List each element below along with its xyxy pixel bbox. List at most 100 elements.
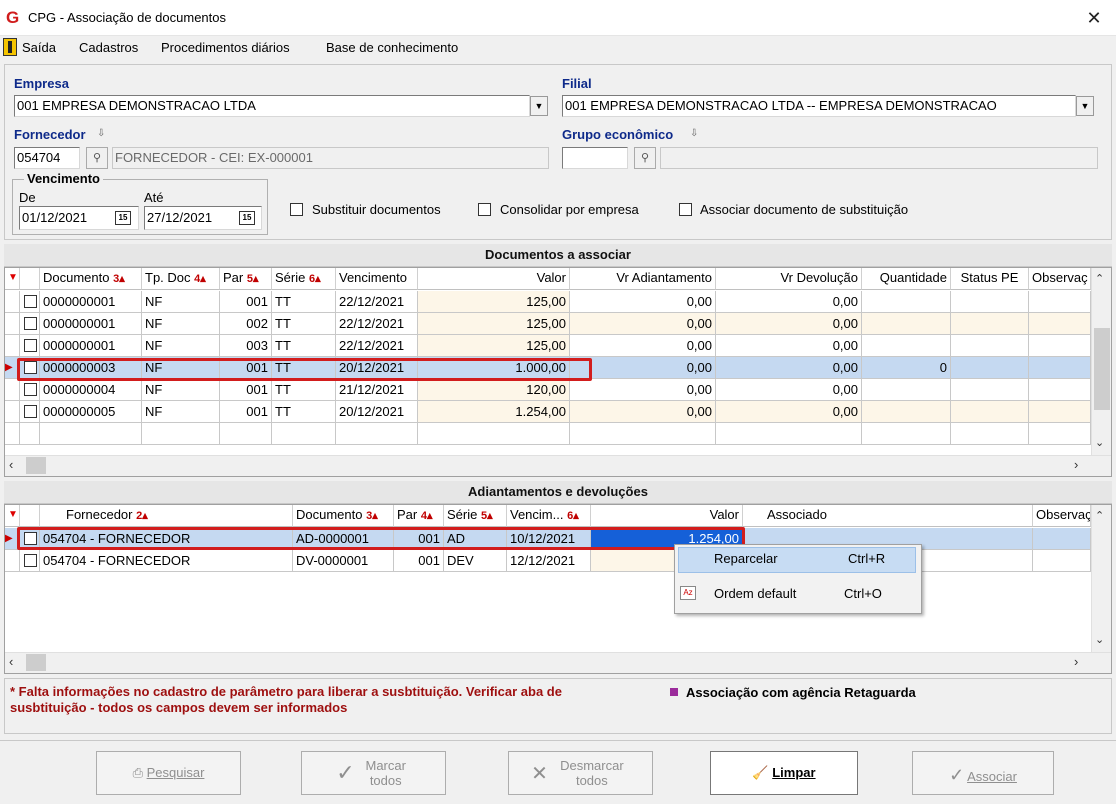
- broom-icon: 🧹: [752, 765, 769, 780]
- row-checkbox[interactable]: [24, 295, 37, 308]
- filial-dropdown-icon[interactable]: ▼: [1076, 96, 1094, 116]
- documentos-vscroll-thumb[interactable]: [1094, 328, 1110, 410]
- filial-select[interactable]: 001 EMPRESA DEMONSTRACAO LTDA -- EMPRESA…: [562, 95, 1076, 117]
- adiantamentos-menu-icon[interactable]: ▼: [5, 505, 20, 527]
- desmarcar-todos-button[interactable]: ✕ Desmarcar todos: [508, 751, 653, 795]
- highlight-box: [17, 358, 592, 381]
- table-cell: [862, 313, 951, 335]
- scroll-up-icon[interactable]: ⌃: [1095, 509, 1104, 522]
- grupo-filter-icon[interactable]: ⇩: [690, 128, 698, 139]
- adiantamentos-horizontal-scrollbar[interactable]: [5, 652, 1111, 673]
- col-fornecedor-label: Fornecedor: [66, 507, 133, 522]
- col-valor-label: Valor: [536, 270, 566, 285]
- row-checkbox[interactable]: [24, 317, 37, 330]
- table-cell: 001: [220, 401, 272, 423]
- scroll-up-icon[interactable]: ⌃: [1095, 272, 1104, 285]
- row-checkbox[interactable]: [24, 554, 37, 567]
- col-valor[interactable]: Valor: [418, 268, 570, 290]
- col-tp-doc[interactable]: Tp. Doc 4▴: [142, 268, 220, 290]
- substituir-checkbox[interactable]: [290, 203, 303, 216]
- col-par[interactable]: Par 5▴: [220, 268, 272, 290]
- table-cell: [951, 423, 1029, 445]
- grupo-code-input[interactable]: [562, 147, 628, 169]
- empresa-select[interactable]: 001 EMPRESA DEMONSTRACAO LTDA: [14, 95, 530, 117]
- documentos-menu-icon[interactable]: ▼: [5, 268, 20, 290]
- table-cell: 0,00: [570, 401, 716, 423]
- limpar-button[interactable]: 🧹 Limpar: [710, 751, 858, 795]
- col-observacao-adiant[interactable]: Observaç: [1033, 505, 1091, 527]
- printer-icon: ⎙: [132, 765, 143, 780]
- de-label: De: [19, 190, 36, 205]
- table-cell: 0,00: [570, 379, 716, 401]
- adiantamentos-vertical-scrollbar[interactable]: [1091, 505, 1111, 652]
- window-title: CPG - Associação de documentos: [28, 10, 226, 25]
- exit-icon[interactable]: [3, 38, 17, 56]
- col-observacao-adiant-label: Observaç: [1036, 507, 1091, 522]
- documentos-hscroll-thumb[interactable]: [26, 457, 46, 474]
- table-cell: [40, 423, 142, 445]
- col-documento-adiant[interactable]: Documento 3▴: [293, 505, 394, 527]
- col-par-label: Par: [223, 270, 244, 285]
- col-status-pe[interactable]: Status PE: [951, 268, 1029, 290]
- grupo-search-icon[interactable]: ⚲: [634, 147, 656, 169]
- associar-button[interactable]: ✓ Associar: [912, 751, 1054, 795]
- fornecedor-search-icon[interactable]: ⚲: [86, 147, 108, 169]
- scroll-left-icon[interactable]: ‹: [9, 654, 13, 669]
- col-serie[interactable]: Série 6▴: [272, 268, 336, 290]
- menu-item-procedimentos[interactable]: Procedimentos diários: [161, 40, 290, 55]
- table-cell: 125,00: [418, 291, 570, 313]
- close-button[interactable]: ✕: [1076, 4, 1112, 32]
- vencimento-label: Vencimento: [24, 171, 103, 186]
- associar-substituicao-checkbox[interactable]: [679, 203, 692, 216]
- menu-item-saida[interactable]: Saída: [22, 40, 56, 55]
- consolidar-checkbox[interactable]: [478, 203, 491, 216]
- fornecedor-code-input[interactable]: 054704: [14, 147, 80, 169]
- scroll-right-icon[interactable]: ›: [1074, 654, 1078, 669]
- table-cell: 22/12/2021: [336, 335, 418, 357]
- highlight-box: [17, 527, 745, 550]
- pesquisar-button[interactable]: ⎙ Pesquisar: [96, 751, 241, 795]
- table-cell: TT: [272, 335, 336, 357]
- check-icon: ✓: [336, 760, 355, 785]
- col-documento[interactable]: Documento 3▴: [40, 268, 142, 290]
- ate-calendar-icon[interactable]: 15: [239, 211, 255, 225]
- scroll-down-icon[interactable]: ⌄: [1095, 436, 1104, 449]
- table-cell: [1029, 313, 1091, 335]
- marcar-todos-button[interactable]: ✓ Marcar todos: [301, 751, 446, 795]
- col-quantidade-label: Quantidade: [879, 270, 947, 285]
- col-associado[interactable]: Associado: [743, 505, 1033, 527]
- col-vr-devolucao[interactable]: Vr Devolução: [716, 268, 862, 290]
- scroll-down-icon[interactable]: ⌄: [1095, 633, 1104, 646]
- col-observacao[interactable]: Observaç: [1029, 268, 1091, 290]
- menu-item-cadastros[interactable]: Cadastros: [79, 40, 138, 55]
- table-cell: 20/12/2021: [336, 401, 418, 423]
- col-fornecedor[interactable]: Fornecedor 2▴: [40, 505, 293, 527]
- adiantamentos-hscroll-thumb[interactable]: [26, 654, 46, 671]
- row-checkbox[interactable]: [24, 405, 37, 418]
- table-cell: 125,00: [418, 335, 570, 357]
- col-par-adiant[interactable]: Par 4▴: [394, 505, 444, 527]
- table-cell: 0,00: [716, 357, 862, 379]
- empresa-label: Empresa: [14, 76, 69, 91]
- row-checkbox[interactable]: [24, 383, 37, 396]
- col-associado-label: Associado: [767, 507, 827, 522]
- col-vr-adiantamento[interactable]: Vr Adiantamento: [570, 268, 716, 290]
- col-valor-adiant[interactable]: Valor: [591, 505, 743, 527]
- table-cell: DV-0000001: [293, 550, 394, 572]
- de-calendar-icon[interactable]: 15: [115, 211, 131, 225]
- col-vencimento-label: Vencimento: [339, 270, 407, 285]
- limpar-label: Limpar: [772, 765, 816, 780]
- col-documento-adiant-label: Documento: [296, 507, 363, 522]
- col-vencimento-adiant[interactable]: Vencim... 6▴: [507, 505, 591, 527]
- scroll-right-icon[interactable]: ›: [1074, 457, 1078, 472]
- scroll-left-icon[interactable]: ‹: [9, 457, 13, 472]
- col-vencimento[interactable]: Vencimento: [336, 268, 418, 290]
- fornecedor-filter-icon[interactable]: ⇩: [97, 128, 105, 139]
- menu-item-base-conhecimento[interactable]: Base de conhecimento: [326, 40, 458, 55]
- col-quantidade[interactable]: Quantidade: [862, 268, 951, 290]
- row-checkbox[interactable]: [24, 339, 37, 352]
- col-serie-adiant[interactable]: Série 5▴: [444, 505, 507, 527]
- documentos-horizontal-scrollbar[interactable]: [5, 455, 1111, 476]
- empresa-dropdown-icon[interactable]: ▼: [530, 96, 548, 116]
- table-cell: [220, 423, 272, 445]
